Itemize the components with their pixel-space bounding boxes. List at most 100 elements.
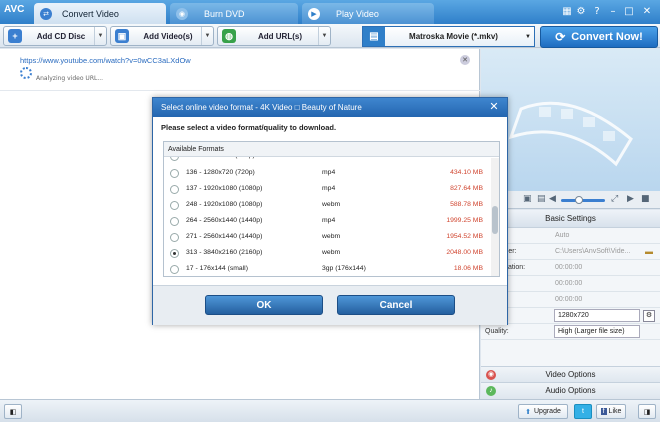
format-desc: 264 - 2560x1440 (1440p) (186, 217, 263, 224)
help-icon[interactable]: ? (590, 5, 604, 19)
profile-label: Matroska Movie (*.mkv) (409, 32, 498, 41)
format-row[interactable]: 137 - 1920x1080 (1080p) mp4 827.64 MB (164, 182, 489, 198)
folder-icon[interactable]: ▬ (645, 247, 653, 256)
format-radio[interactable] (170, 185, 179, 194)
settings-icon[interactable]: ▦ (560, 5, 574, 19)
format-desc: 271 - 2560x1440 (1440p) (186, 233, 263, 240)
convert-label: Convert Now! (571, 31, 643, 43)
format-row[interactable]: 264 - 2560x1440 (1440p) mp4 1999.25 MB (164, 214, 489, 230)
setting-value[interactable]: 00:00:00 (555, 264, 582, 271)
format-row[interactable]: 248 - 1920x1080 (1080p) webm 588.78 MB (164, 198, 489, 214)
format-type: mp4 (322, 169, 336, 176)
setting-value[interactable]: C:\Users\AnvSoft\Vide... (555, 248, 630, 255)
formats-list-header-overlay: Available Formats (164, 142, 499, 157)
add-videos-button[interactable]: ▣ Add Video(s) ▼ (110, 26, 214, 46)
format-desc: 136 - 1280x720 (720p) (186, 169, 255, 176)
formats-scrollbar[interactable] (491, 158, 499, 276)
format-type: mp4 (322, 217, 336, 224)
format-desc: 17 - 176x144 (small) (186, 265, 248, 272)
add-cd-disc-button[interactable]: + Add CD Disc ▼ (3, 26, 107, 46)
format-radio[interactable] (170, 233, 179, 242)
audio-options-icon: ♪ (486, 386, 496, 396)
chevron-down-icon: ▼ (525, 33, 531, 40)
setting-value[interactable]: 00:00:00 (555, 296, 582, 303)
format-radio[interactable] (170, 217, 179, 226)
volume-icon[interactable]: ◀ (549, 194, 556, 204)
tab-convert-video[interactable]: ⇄ Convert Video (34, 3, 166, 24)
video-size-select[interactable]: 1280x720 (554, 309, 640, 322)
chevron-down-icon[interactable]: ▼ (94, 27, 106, 45)
remove-task-button[interactable]: ✕ (460, 55, 470, 65)
format-type: mp4 (322, 185, 336, 192)
stop-icon[interactable]: ■ (641, 194, 650, 204)
format-size: 18.06 MB (453, 265, 483, 272)
film-icon: ▤ (363, 27, 385, 46)
tab-label: Convert Video (62, 8, 119, 19)
format-radio[interactable] (170, 201, 179, 210)
snapshot-icon[interactable]: ▣ (523, 194, 532, 204)
task-status: Analyzing video URL... (36, 75, 104, 82)
format-radio[interactable] (170, 249, 179, 258)
play-icon[interactable]: ▶ (627, 194, 634, 204)
setting-value[interactable]: 00:00:00 (555, 280, 582, 287)
cancel-button[interactable]: Cancel (337, 295, 455, 315)
setting-key: Quality: (485, 328, 509, 335)
sidebar-toggle-icon[interactable]: ◧ (4, 404, 22, 419)
scrollbar-thumb[interactable] (492, 206, 498, 234)
format-desc: 248 - 1920x1080 (1080p) (186, 201, 263, 208)
maximize-button[interactable]: □ (622, 5, 636, 19)
volume-slider[interactable] (561, 199, 605, 202)
format-type: webm (322, 201, 341, 208)
quality-select[interactable]: High (Larger file size) (554, 325, 640, 338)
panel-toggle-icon[interactable]: ◨ (638, 404, 656, 419)
dialog-close-button[interactable]: ✕ (487, 100, 501, 114)
formats-list: Available Formats 247 - 1280x720 (720p) … (163, 141, 500, 277)
dialog-prompt: Please select a video format/quality to … (161, 123, 337, 132)
like-label: Like (608, 408, 622, 415)
format-row-selected[interactable]: 313 - 3840x2160 (2160p) webm 2048.00 MB (164, 246, 489, 262)
upgrade-button[interactable]: ⬆ Upgrade (518, 404, 568, 419)
add-url-icon: ◍ (222, 29, 236, 43)
upgrade-icon: ⬆ (525, 408, 531, 416)
fullscreen-icon[interactable]: ⤢ (611, 194, 618, 204)
facebook-icon: f (600, 408, 607, 415)
volume-slider-thumb[interactable] (575, 196, 583, 204)
audio-options-button[interactable]: ♪ Audio Options (481, 382, 660, 398)
format-row[interactable]: 136 - 1280x720 (720p) mp4 434.10 MB (164, 166, 489, 182)
video-options-button[interactable]: ◉ Video Options (481, 366, 660, 382)
refresh-icon: ⟳ (555, 30, 566, 44)
tab-play-video[interactable]: ▶ Play Video (302, 3, 434, 24)
divider (0, 90, 480, 91)
chevron-down-icon[interactable]: ▼ (318, 27, 330, 45)
format-size: 434.10 MB (450, 169, 483, 176)
format-row[interactable]: 17 - 176x144 (small) 3gp (176x144) 18.06… (164, 262, 489, 276)
format-size: 2048.00 MB (446, 249, 483, 256)
format-desc: 313 - 3840x2160 (2160p) (186, 249, 263, 256)
convert-icon: ⇄ (40, 7, 52, 20)
format-size: 1954.52 MB (446, 233, 483, 240)
select-format-dialog: Select online video format - 4K Video □ … (152, 97, 508, 325)
minimize-button[interactable]: – (606, 5, 620, 19)
upgrade-label: Upgrade (534, 408, 561, 415)
close-button[interactable]: ✕ (640, 5, 654, 19)
add-video-icon: ▣ (115, 29, 129, 43)
add-urls-button[interactable]: ◍ Add URL(s) ▼ (217, 26, 331, 46)
setting-value[interactable]: Auto (555, 232, 569, 239)
gear-icon[interactable]: ⚙ (643, 310, 655, 322)
format-radio[interactable] (170, 265, 179, 274)
ok-button[interactable]: OK (205, 295, 323, 315)
format-row[interactable]: 271 - 2560x1440 (1440p) webm 1954.52 MB (164, 230, 489, 246)
folder-icon[interactable]: ▤ (537, 194, 546, 204)
chevron-down-icon[interactable]: ▼ (201, 27, 213, 45)
task-url: https://www.youtube.com/watch?v=0wCC3aLX… (20, 56, 191, 65)
output-profile-select[interactable]: ▤ Matroska Movie (*.mkv) ▼ (362, 26, 535, 47)
twitter-icon[interactable]: t (574, 404, 592, 419)
tab-burn-dvd[interactable]: ◉ Burn DVD (170, 3, 298, 24)
format-radio[interactable] (170, 169, 179, 178)
facebook-like-button[interactable]: f Like (596, 404, 626, 419)
video-options-icon: ◉ (486, 370, 496, 380)
gear-icon[interactable]: ⚙ (574, 5, 588, 19)
audio-options-label: Audio Options (545, 386, 596, 395)
app-logo: AVC (4, 4, 25, 15)
convert-now-button[interactable]: ⟳ Convert Now! (540, 26, 658, 48)
